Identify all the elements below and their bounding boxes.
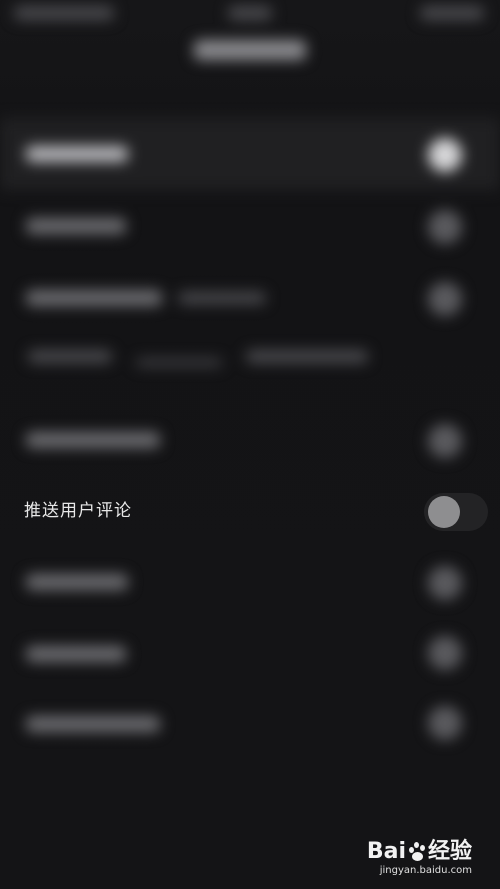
- settings-row-label: [26, 574, 128, 590]
- watermark-url: jingyan.baidu.com: [379, 865, 472, 876]
- push-user-comments-label: 推送用户评论: [24, 501, 132, 521]
- push-user-comments-row[interactable]: 推送用户评论: [0, 476, 500, 546]
- watermark-logo: Bai 经验: [367, 840, 472, 864]
- status-bar-carrier: [14, 6, 114, 20]
- settings-suboption: [136, 358, 222, 367]
- settings-row-toggle: [428, 138, 462, 172]
- page-title: [194, 40, 306, 60]
- status-bar-time: [228, 6, 272, 20]
- settings-screen: 推送用户评论 Bai 经验 jingyan.baidu.com: [0, 0, 500, 889]
- toggle-knob: [428, 496, 460, 528]
- baidu-jingyan-watermark: Bai 经验 jingyan.baidu.com: [367, 840, 472, 877]
- settings-row-sublabel: [178, 292, 266, 304]
- paw-icon: [407, 842, 427, 862]
- push-user-comments-toggle[interactable]: [424, 493, 488, 531]
- settings-row-toggle: [428, 636, 462, 670]
- settings-row-label: [26, 716, 160, 732]
- blurred-settings-background: [0, 0, 500, 889]
- settings-row-label: [26, 146, 128, 162]
- settings-suboption: [28, 350, 112, 363]
- watermark-brand-right: 经验: [427, 839, 472, 864]
- settings-row-toggle: [428, 210, 462, 244]
- settings-suboption: [246, 350, 368, 363]
- settings-row-toggle: [428, 566, 462, 600]
- settings-row-label: [26, 646, 126, 662]
- watermark-brand-left: Bai: [366, 839, 406, 864]
- settings-row-toggle: [428, 706, 462, 740]
- settings-row-label: [26, 218, 126, 234]
- status-bar-battery: [420, 6, 484, 20]
- settings-row-label: [26, 290, 162, 306]
- settings-row-toggle: [428, 282, 462, 316]
- settings-row-toggle: [428, 424, 462, 458]
- settings-row-label: [26, 432, 160, 448]
